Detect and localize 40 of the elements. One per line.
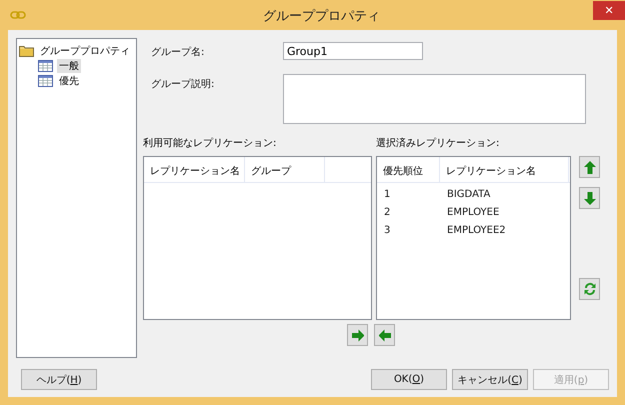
column-header[interactable]: 優先順位 — [377, 157, 440, 182]
column-header[interactable]: レプリケーション名 — [440, 157, 569, 182]
down-arrow-icon — [584, 192, 596, 204]
selected-list[interactable]: 優先順位 レプリケーション名 1 BIGDATA 2 EMPLOYEE 3 EMPLOYEE2 — [376, 156, 571, 320]
cancel-button[interactable]: キャンセル(C) — [452, 369, 528, 390]
chain-link-icon — [10, 11, 26, 19]
table-cell-text: 3 — [383, 224, 392, 236]
list-label: 利用可能なレプリケーション: — [143, 136, 278, 151]
column-header[interactable]: レプリケーション名 — [144, 157, 245, 182]
group-name-field[interactable]: Group1 — [283, 42, 423, 60]
table-cell-text: 2 — [383, 206, 392, 218]
help-button[interactable]: ヘルプ(H) — [21, 369, 97, 390]
folder-icon — [19, 44, 34, 56]
field-label: グループ名: — [151, 46, 206, 59]
right-arrow-icon — [352, 328, 364, 342]
add-button[interactable] — [347, 324, 368, 346]
move-down-button[interactable] — [579, 187, 600, 209]
tree-item[interactable]: グループプロパティ — [38, 44, 132, 58]
field-label: グループ説明: — [151, 78, 216, 91]
tree-item[interactable]: 優先 — [57, 74, 81, 88]
table-cell-text: EMPLOYEE — [446, 206, 500, 218]
available-list[interactable]: レプリケーション名 グループ — [143, 156, 372, 320]
table-cell-text: EMPLOYEE2 — [446, 224, 507, 236]
list-label: 選択済みレプリケーション: — [376, 136, 500, 151]
table-icon — [38, 60, 53, 72]
move-up-button[interactable] — [579, 156, 600, 178]
tree-item[interactable]: 一般 — [57, 58, 81, 72]
refresh-button[interactable] — [579, 278, 600, 300]
ok-button[interactable]: OK(O) — [371, 369, 447, 390]
table-icon — [38, 74, 53, 86]
column-header[interactable]: グループ — [245, 157, 325, 182]
remove-button[interactable] — [374, 324, 395, 346]
table-cell-text: 1 — [383, 188, 392, 200]
window-title: グループプロパティ — [263, 8, 380, 25]
up-arrow-icon — [584, 160, 596, 174]
description-field[interactable] — [283, 74, 586, 124]
table-cell-text: BIGDATA — [446, 188, 492, 200]
left-arrow-icon — [378, 328, 390, 342]
refresh-icon — [582, 281, 598, 297]
close-button[interactable]: ✕ — [593, 1, 625, 20]
